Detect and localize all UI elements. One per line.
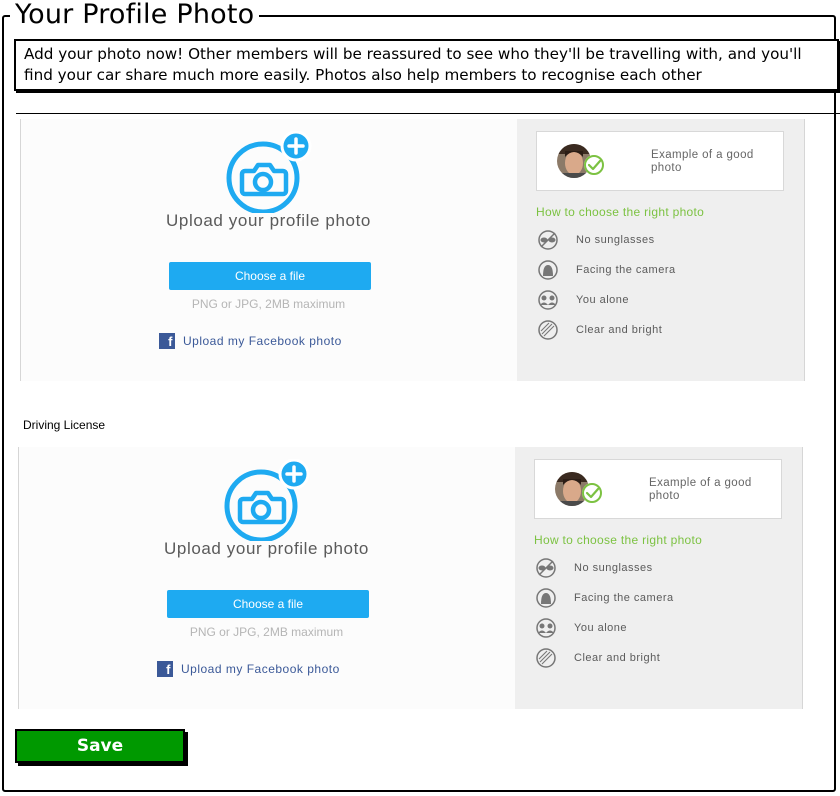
sunglasses-icon [538, 230, 558, 250]
tip-item: Clear and bright [536, 320, 662, 340]
tip-label: Clear and bright [576, 324, 663, 336]
file-hint: PNG or JPG, 2MB maximum [189, 625, 344, 639]
tip-item: No sunglasses [536, 230, 655, 250]
tip-item: You alone [534, 618, 627, 638]
example-label: Example of a good photo [651, 149, 754, 174]
brightness-icon [536, 648, 556, 668]
example-photo-card: Example of a good photo [534, 459, 782, 519]
face-icon [538, 260, 558, 280]
choose-file-button[interactable]: Choose a file [167, 590, 369, 618]
tip-label: No sunglasses [576, 234, 655, 246]
facebook-icon: f [157, 661, 173, 677]
driving-license-upload-panel: Upload your profile photo Choose a file … [18, 447, 803, 709]
file-hint: PNG or JPG, 2MB maximum [191, 297, 346, 311]
example-avatar [555, 472, 602, 506]
page-title: Your Profile Photo [10, 0, 260, 30]
facebook-upload-label: Upload my Facebook photo [181, 662, 340, 676]
upload-title: Upload your profile photo [164, 539, 369, 558]
tip-item: Facing the camera [534, 588, 674, 608]
tip-item: Clear and bright [534, 648, 660, 668]
tips-heading: How to choose the right photo [536, 205, 705, 219]
tip-item: No sunglasses [534, 558, 653, 578]
example-label: Example of a good photo [649, 477, 752, 502]
save-button[interactable]: Save [15, 729, 185, 763]
photo-tips: Example of a good photo How to choose th… [517, 119, 805, 381]
tips-heading: How to choose the right photo [534, 533, 703, 547]
upload-area: Upload your profile photo Choose a file … [18, 447, 515, 709]
driving-license-label: Driving License [23, 418, 106, 432]
tip-label: No sunglasses [574, 562, 653, 574]
tip-label: You alone [574, 622, 628, 634]
divider [16, 113, 840, 114]
upload-title: Upload your profile photo [166, 211, 371, 230]
group-icon [538, 290, 558, 310]
upload-area: Upload your profile photo Choose a file … [20, 119, 517, 381]
tip-label: You alone [576, 294, 630, 306]
choose-file-button[interactable]: Choose a file [169, 262, 371, 290]
tip-label: Facing the camera [574, 592, 674, 604]
intro-text: Add your photo now! Other members will b… [14, 39, 839, 91]
facebook-upload-link[interactable]: f Upload my Facebook photo [157, 661, 340, 677]
example-avatar [557, 144, 604, 178]
facebook-upload-link[interactable]: f Upload my Facebook photo [159, 333, 342, 349]
face-icon [536, 588, 556, 608]
tip-item: You alone [536, 290, 629, 310]
facebook-upload-label: Upload my Facebook photo [183, 334, 342, 348]
sunglasses-icon [536, 558, 556, 578]
group-icon [536, 618, 556, 638]
profile-photo-upload-panel: Upload your profile photo Choose a file … [20, 119, 805, 381]
tip-label: Facing the camera [576, 264, 676, 276]
facebook-icon: f [159, 333, 175, 349]
tip-item: Facing the camera [536, 260, 676, 280]
tip-label: Clear and bright [574, 652, 661, 664]
photo-tips: Example of a good photo How to choose th… [515, 447, 803, 709]
example-photo-card: Example of a good photo [536, 131, 784, 191]
camera-add-icon[interactable] [220, 459, 315, 541]
brightness-icon [538, 320, 558, 340]
camera-add-icon[interactable] [222, 131, 317, 213]
